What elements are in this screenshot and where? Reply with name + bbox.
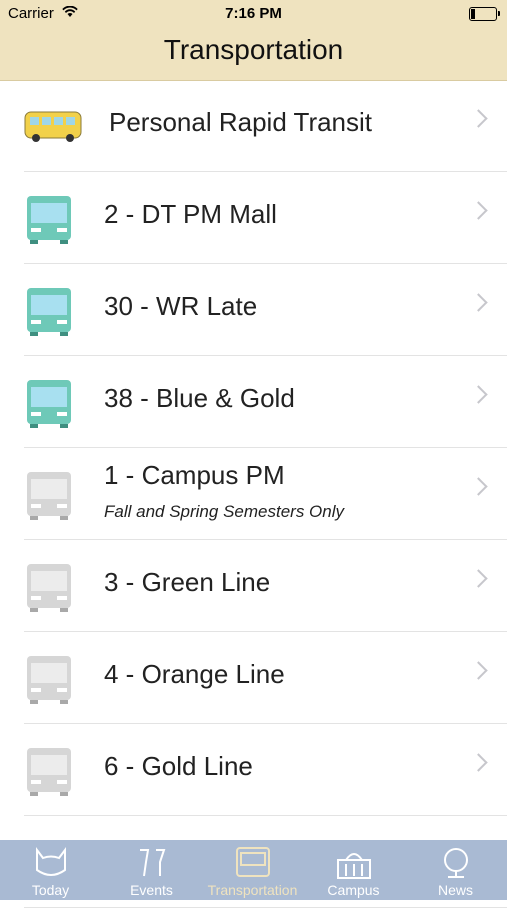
tab-transportation[interactable]: Transportation: [202, 840, 303, 900]
route-label: 2 - DT PM Mall: [104, 199, 277, 229]
champagne-glasses-icon: [132, 846, 172, 880]
prt-vehicle-icon: [24, 102, 82, 152]
bus-icon: [24, 562, 74, 612]
cat-face-icon: [31, 846, 71, 880]
status-bar: Carrier 7:16 PM: [0, 0, 507, 28]
route-row[interactable]: 2 - DT PM Mall: [24, 172, 507, 264]
bus-icon: [24, 378, 74, 428]
route-row[interactable]: 3 - Green Line: [24, 540, 507, 632]
route-label: Personal Rapid Transit: [109, 107, 373, 137]
route-label: 38 - Blue & Gold: [104, 383, 295, 413]
tab-campus[interactable]: Campus: [303, 840, 404, 900]
nav-bar: Transportation: [0, 28, 507, 81]
chevron-right-icon: [469, 753, 488, 772]
route-label: 4 - Orange Line: [104, 659, 285, 689]
chevron-right-icon: [469, 569, 488, 588]
bus-icon: [233, 846, 273, 880]
route-row[interactable]: 6 - Gold Line: [24, 724, 507, 816]
route-label: 30 - WR Late: [104, 291, 258, 321]
chevron-right-icon: [469, 385, 488, 404]
globe-icon: [436, 846, 476, 880]
capitol-building-icon: [334, 846, 374, 880]
chevron-right-icon: [469, 109, 488, 128]
route-subtitle: Fall and Spring Semesters Only: [104, 502, 344, 521]
route-row[interactable]: 30 - WR Late: [24, 264, 507, 356]
route-label: 6 - Gold Line: [104, 751, 253, 781]
tab-bar: Today Events Transportation Campus News: [0, 840, 507, 900]
chevron-right-icon: [469, 293, 488, 312]
bus-icon: [24, 286, 74, 336]
route-row-prt[interactable]: Personal Rapid Transit: [24, 80, 507, 172]
route-label: 3 - Green Line: [104, 567, 271, 597]
tab-label: Events: [130, 882, 173, 898]
clock: 7:16 PM: [225, 5, 282, 22]
bus-icon: [24, 746, 74, 796]
bus-icon: [24, 470, 74, 520]
tab-news[interactable]: News: [404, 840, 507, 900]
tab-label: News: [437, 882, 473, 898]
chevron-right-icon: [469, 661, 488, 680]
route-row[interactable]: 38 - Blue & Gold: [24, 356, 507, 448]
tab-label: Campus: [327, 882, 380, 898]
bus-icon: [24, 194, 74, 244]
tab-label: Transportation: [207, 882, 298, 898]
battery-icon: [469, 7, 500, 21]
route-label: 1 - Campus PM: [104, 460, 285, 490]
page-title: Transportation: [163, 34, 344, 65]
chevron-right-icon: [469, 201, 488, 220]
route-row[interactable]: 4 - Orange Line: [24, 632, 507, 724]
route-list: Personal Rapid Transit 2 - DT PM Mall 30…: [0, 80, 507, 908]
bus-icon: [24, 654, 74, 704]
tab-label: Today: [31, 882, 70, 898]
route-row[interactable]: 1 - Campus PM Fall and Spring Semesters …: [24, 448, 507, 540]
chevron-right-icon: [469, 477, 488, 496]
tab-today[interactable]: Today: [0, 840, 101, 900]
tab-events[interactable]: Events: [101, 840, 202, 900]
